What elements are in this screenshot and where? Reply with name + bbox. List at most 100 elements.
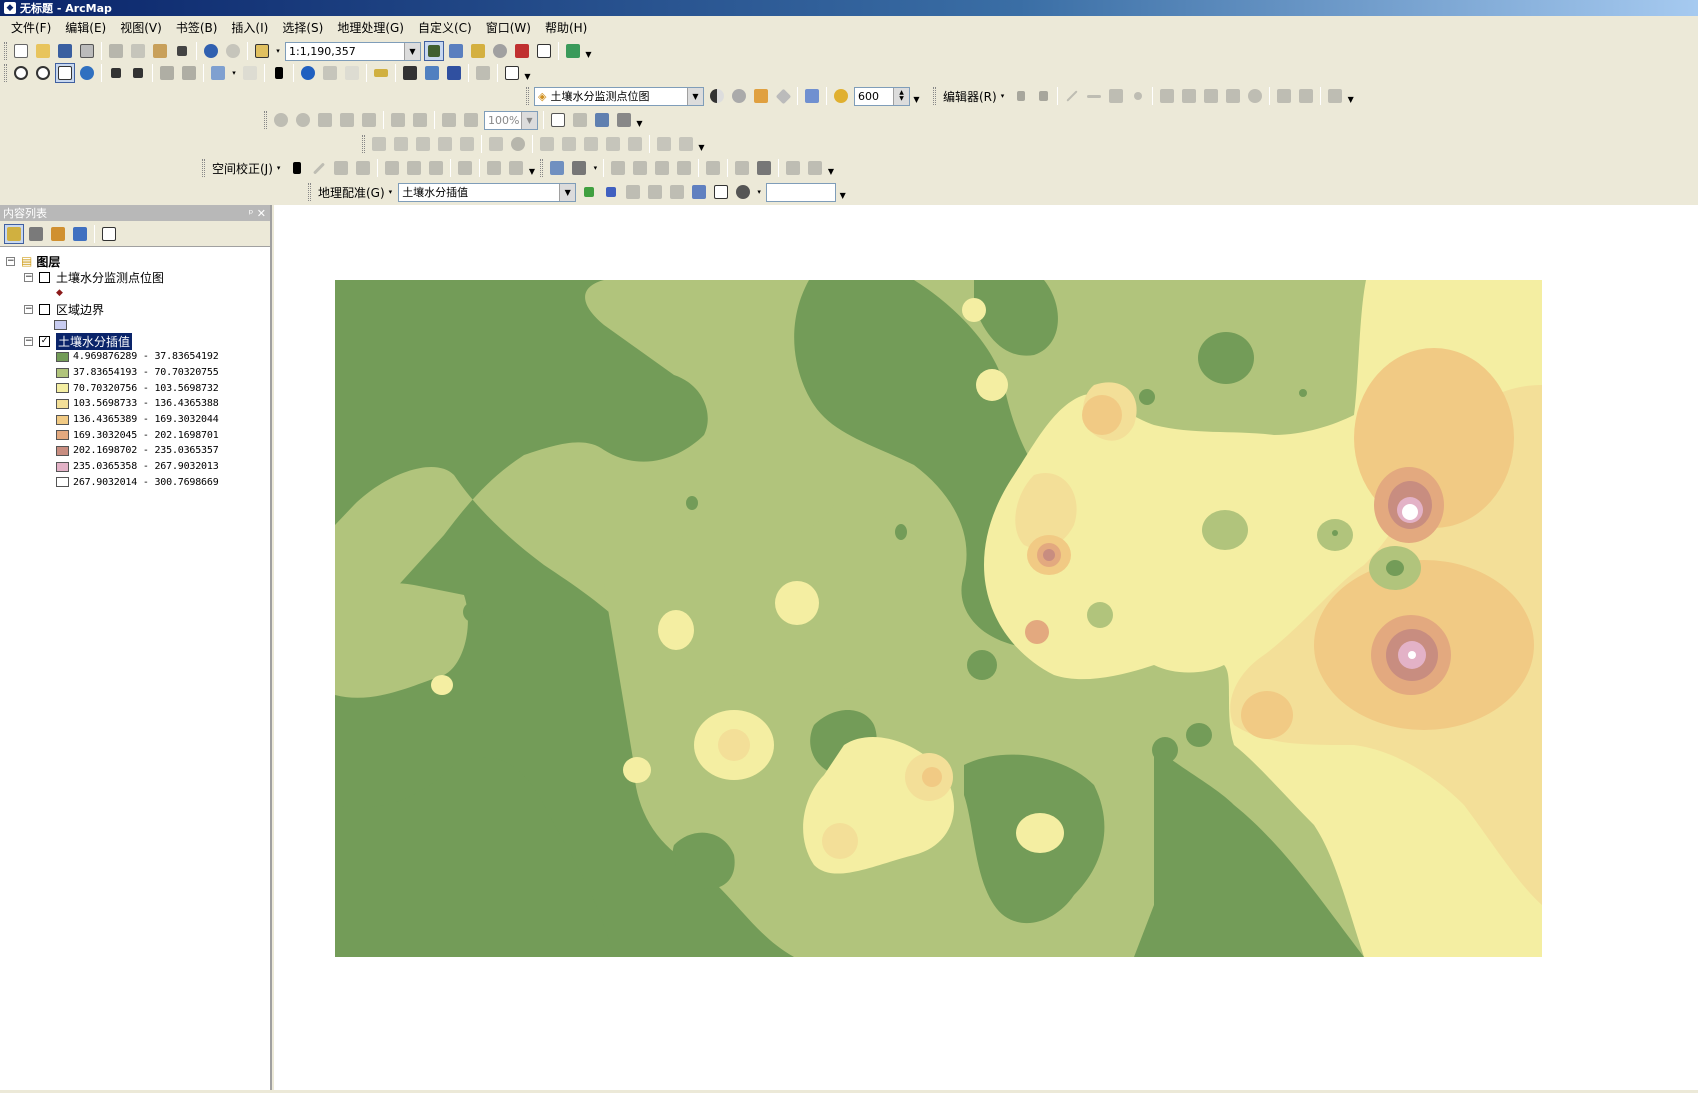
planarize-icon[interactable]	[603, 134, 623, 154]
open-folder-icon[interactable]	[33, 41, 53, 61]
toolbar-grip[interactable]	[540, 159, 544, 177]
paste-icon[interactable]	[150, 41, 170, 61]
menu-insert[interactable]: 插入(I)	[224, 17, 275, 38]
layer-visibility-checkbox[interactable]	[39, 271, 50, 283]
midpoint-snapping-icon[interactable]	[703, 158, 723, 178]
contrast-icon[interactable]	[707, 86, 727, 106]
change-layout-icon[interactable]	[592, 110, 612, 130]
cut-polygons-icon[interactable]	[1201, 86, 1221, 106]
stepper-arrows-icon[interactable]: ▲ ▼	[893, 87, 909, 105]
reshape-edge-icon[interactable]	[413, 134, 433, 154]
map-canvas[interactable]	[274, 205, 1698, 1090]
menu-file[interactable]: 文件(F)	[4, 17, 58, 38]
end-snapping-icon[interactable]	[608, 158, 628, 178]
toc-options-icon[interactable]	[99, 224, 119, 244]
fixed-zoom-in-icon[interactable]	[106, 63, 126, 83]
toolbar-overflow-icon[interactable]: ▼	[697, 136, 706, 152]
cut-icon[interactable]	[106, 41, 126, 61]
chevron-down-icon[interactable]: ▾	[389, 188, 393, 196]
menu-help[interactable]: 帮助(H)	[538, 17, 594, 38]
menu-bookmarks[interactable]: 书签(B)	[169, 17, 225, 38]
snapping-icon[interactable]	[547, 158, 567, 178]
split-edge-icon[interactable]	[457, 134, 477, 154]
tangent-snapping-icon[interactable]	[732, 158, 752, 178]
legend-class-row[interactable]: 70.70320756 - 103.5698732	[56, 380, 270, 396]
add-data-icon[interactable]	[252, 41, 272, 61]
select-elements-icon[interactable]	[269, 63, 289, 83]
error-icon[interactable]	[654, 134, 674, 154]
create-features-icon[interactable]	[1325, 86, 1345, 106]
chevron-down-icon[interactable]: ▼	[559, 183, 576, 201]
html-popup-icon[interactable]	[342, 63, 362, 83]
toolbar-grip[interactable]	[526, 87, 529, 105]
multiple-displacement-icon[interactable]	[353, 158, 373, 178]
chevron-down-icon[interactable]: ▼	[521, 111, 537, 129]
layer-row-soil-moisture[interactable]: − ✓ 土壤水分插值	[0, 332, 270, 350]
view-link-table-icon[interactable]	[455, 158, 475, 178]
pan-icon[interactable]	[55, 63, 75, 83]
redo-icon[interactable]	[223, 41, 243, 61]
legend-class-row[interactable]: 37.83654193 - 70.70320755	[56, 365, 270, 381]
full-extent-icon[interactable]	[77, 63, 97, 83]
add-data-dropdown-icon[interactable]: ▾	[274, 41, 282, 61]
layout-zoom-out-icon[interactable]	[293, 110, 313, 130]
fixed-zoom-out-icon[interactable]	[128, 63, 148, 83]
rotate-icon[interactable]	[1245, 86, 1265, 106]
resolution-icon[interactable]	[831, 86, 851, 106]
trace-icon[interactable]	[1106, 86, 1126, 106]
zoom-in-icon[interactable]	[11, 63, 31, 83]
select-features-icon[interactable]	[208, 63, 228, 83]
collapse-icon[interactable]: −	[6, 256, 15, 266]
chevron-down-icon[interactable]: ▾	[1001, 92, 1005, 100]
snap-tips-icon[interactable]	[805, 158, 825, 178]
focus-data-frame-icon[interactable]	[570, 110, 590, 130]
search-window-icon[interactable]	[490, 41, 510, 61]
topology-properties-icon[interactable]	[676, 134, 696, 154]
vertex-snapping-icon[interactable]	[630, 158, 650, 178]
measure-icon[interactable]	[371, 63, 391, 83]
resolution-stepper[interactable]: 600 ▲ ▼	[854, 86, 910, 106]
toolbar-grip[interactable]	[308, 183, 311, 201]
toolbar-overflow-icon[interactable]: ▼	[1346, 88, 1355, 104]
attribute-transfer-icon[interactable]	[506, 158, 526, 178]
editor-toolbar-icon[interactable]	[424, 41, 444, 61]
clear-limited-area-icon[interactable]	[426, 158, 446, 178]
hyperlink-icon[interactable]	[320, 63, 340, 83]
toolbar-grip[interactable]	[362, 135, 365, 153]
layer-visibility-checkbox[interactable]	[39, 303, 50, 315]
rotate-raster-icon[interactable]	[579, 182, 599, 202]
save-icon[interactable]	[55, 41, 75, 61]
edit-vertices-icon[interactable]	[1157, 86, 1177, 106]
toolbar-grip[interactable]	[202, 159, 205, 177]
rotate-tool-icon[interactable]	[733, 182, 753, 202]
intersection-snapping-icon[interactable]	[674, 158, 694, 178]
model-builder-icon[interactable]	[563, 41, 583, 61]
edit-annotation-icon[interactable]	[1033, 86, 1053, 106]
georeference-input-box[interactable]	[766, 182, 837, 202]
chevron-down-icon[interactable]: ▾	[755, 182, 763, 202]
error-inspector-icon[interactable]	[508, 134, 528, 154]
point-snapping-icon[interactable]	[569, 158, 589, 178]
select-elements-icon[interactable]	[287, 158, 307, 178]
zoom-100-icon[interactable]	[359, 110, 379, 130]
time-slider-icon[interactable]	[473, 63, 493, 83]
map-scale-combo[interactable]: 1:1,190,357 ▼	[285, 41, 421, 61]
straight-segment-icon[interactable]	[1062, 86, 1082, 106]
menu-edit[interactable]: 编辑(E)	[58, 17, 113, 38]
copy-icon[interactable]	[128, 41, 148, 61]
layer-row-region-boundary[interactable]: − 区域边界	[0, 301, 270, 317]
list-by-drawing-order-icon[interactable]	[4, 223, 24, 244]
legend-class-row[interactable]: 202.1698702 - 235.0365357	[56, 443, 270, 459]
chevron-down-icon[interactable]: ▾	[591, 158, 599, 178]
edge-snapping-icon[interactable]	[652, 158, 672, 178]
modify-edge-icon[interactable]	[391, 134, 411, 154]
legend-class-row[interactable]: 169.3032045 - 202.1698701	[56, 427, 270, 443]
new-limited-area-icon[interactable]	[404, 158, 424, 178]
legend-class-row[interactable]: 235.0365358 - 267.9032013	[56, 459, 270, 475]
brightness-icon[interactable]	[729, 86, 749, 106]
toolbar-overflow-icon[interactable]: ▼	[523, 65, 532, 81]
collapse-icon[interactable]: −	[24, 304, 33, 314]
forward-extent-icon[interactable]	[179, 63, 199, 83]
identify-icon[interactable]	[298, 63, 318, 83]
menu-selection[interactable]: 选择(S)	[275, 17, 330, 38]
